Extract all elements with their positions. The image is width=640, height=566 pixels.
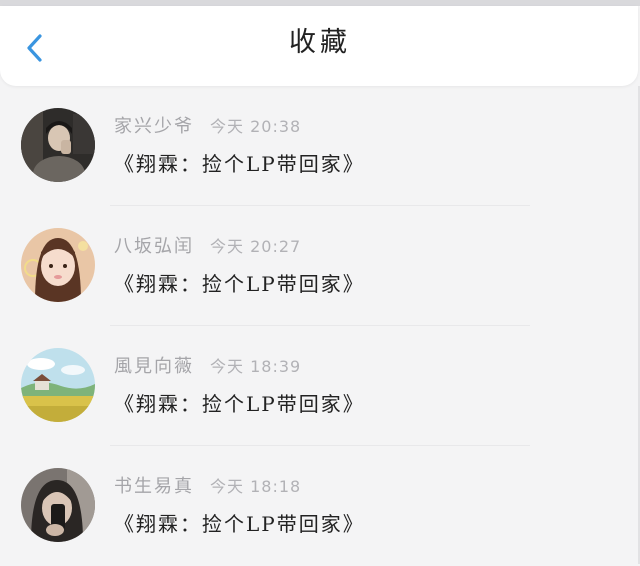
nav-header bbox=[0, 6, 638, 86]
item-message: 《翔霖：捡个LP带回家》 bbox=[114, 272, 365, 296]
favorites-list: 家兴少爷 今天 20:38 《翔霖：捡个LP带回家》 八坂弘闰 今天 20:27 《… bbox=[0, 86, 640, 566]
list-item[interactable]: 家兴少爷 今天 20:38 《翔霖：捡个LP带回家》 bbox=[0, 86, 640, 206]
user-name: 八坂弘闰 bbox=[114, 236, 194, 257]
avatar[interactable] bbox=[21, 468, 95, 542]
list-item[interactable]: 風見向薇 今天 18:39 《翔霖：捡个LP带回家》 bbox=[0, 326, 640, 446]
timestamp: 今天 20:27 bbox=[210, 237, 302, 256]
timestamp: 今天 18:18 bbox=[210, 477, 302, 496]
user-name: 书生易真 bbox=[114, 476, 194, 497]
item-meta: 風見向薇 今天 18:39 bbox=[114, 352, 301, 382]
user-name: 風見向薇 bbox=[114, 356, 194, 377]
chevron-left-icon bbox=[27, 34, 42, 62]
timestamp: 今天 20:38 bbox=[210, 117, 302, 136]
back-button[interactable] bbox=[20, 32, 52, 64]
user-name: 家兴少爷 bbox=[114, 116, 194, 137]
item-message: 《翔霖：捡个LP带回家》 bbox=[114, 152, 365, 176]
avatar[interactable] bbox=[21, 228, 95, 302]
item-message: 《翔霖：捡个LP带回家》 bbox=[114, 392, 365, 416]
item-message: 《翔霖：捡个LP带回家》 bbox=[114, 512, 365, 536]
avatar[interactable] bbox=[21, 348, 95, 422]
item-meta: 书生易真 今天 18:18 bbox=[114, 472, 301, 502]
avatar[interactable] bbox=[21, 108, 95, 182]
timestamp: 今天 18:39 bbox=[210, 357, 302, 376]
list-item[interactable]: 书生易真 今天 18:18 《翔霖：捡个LP带回家》 bbox=[0, 446, 640, 566]
list-item[interactable]: 八坂弘闰 今天 20:27 《翔霖：捡个LP带回家》 bbox=[0, 206, 640, 326]
item-meta: 家兴少爷 今天 20:38 bbox=[114, 112, 301, 142]
item-meta: 八坂弘闰 今天 20:27 bbox=[114, 232, 301, 262]
